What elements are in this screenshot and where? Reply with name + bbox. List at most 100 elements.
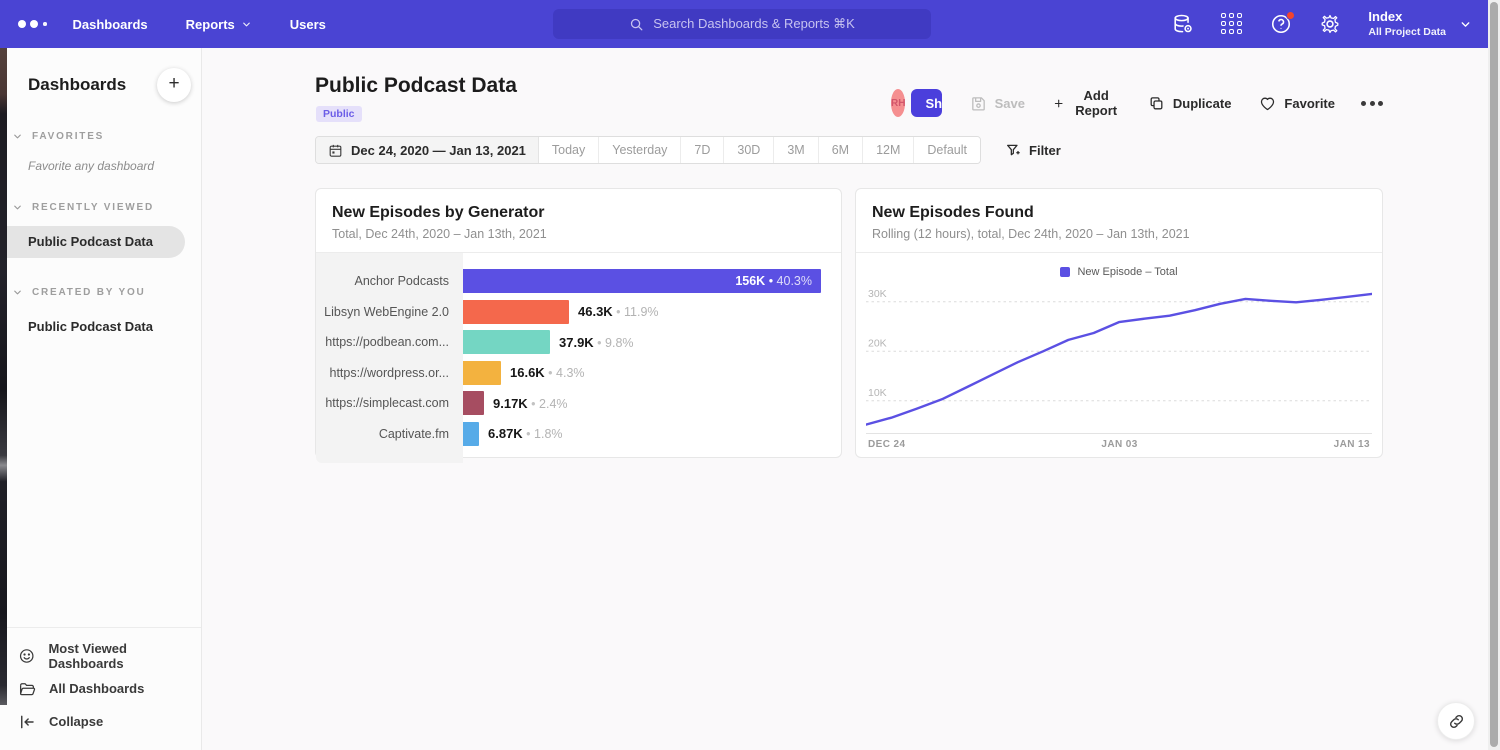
search-input[interactable]: Search Dashboards & Reports ⌘K (553, 9, 931, 39)
svg-text:30K: 30K (868, 288, 887, 300)
filter-button[interactable]: Filter (1005, 142, 1061, 158)
nav-item-users[interactable]: Users (290, 17, 326, 32)
chevron-down-icon (241, 19, 252, 30)
bar-row: 6.87K • 1.8% (463, 419, 841, 450)
date-range-picker[interactable]: Dec 24, 2020 — Jan 13, 2021 (316, 137, 539, 163)
duplicate-button[interactable]: Duplicate (1148, 95, 1232, 112)
sidebar-footer: Most Viewed Dashboards All Dashboards Coll… (0, 627, 201, 750)
footer-item-label: Collapse (49, 714, 103, 729)
preset-3m[interactable]: 3M (774, 137, 818, 163)
preset-7d[interactable]: 7D (681, 137, 724, 163)
logo-dot (43, 22, 47, 26)
preset-12m[interactable]: 12M (863, 137, 914, 163)
notification-dot (1286, 11, 1295, 20)
bar-value: 37.9K • 9.8% (559, 335, 634, 350)
bar-segment[interactable]: 156K • 40.3% (463, 269, 821, 293)
section-label: FAVORITES (32, 131, 104, 142)
bar-chart-card: New Episodes by Generator Total, Dec 24t… (315, 188, 842, 458)
nav-item-reports[interactable]: Reports (186, 17, 252, 32)
plus-icon (1053, 95, 1064, 112)
save-button[interactable]: Save (970, 95, 1025, 112)
apps-grid-icon[interactable] (1221, 13, 1243, 35)
floating-link-button[interactable] (1437, 702, 1475, 740)
share-button[interactable]: Share (911, 89, 941, 117)
filter-funnel-icon (1005, 142, 1021, 158)
bar-segment[interactable] (463, 422, 479, 446)
bar-chart-bars: 156K • 40.3% 46.3K • 11.9% 37.9K • 9.8% 16.… (463, 253, 841, 463)
help-icon[interactable] (1270, 13, 1292, 35)
preset-6m[interactable]: 6M (819, 137, 863, 163)
preset-30d[interactable]: 30D (724, 137, 774, 163)
search-placeholder: Search Dashboards & Reports ⌘K (653, 16, 855, 32)
sidebar-footer-collapse[interactable]: Collapse (0, 705, 201, 738)
avatar[interactable]: RH (891, 89, 905, 117)
scrollbar-thumb[interactable] (1490, 2, 1498, 747)
section-label: RECENTLY VIEWED (32, 202, 154, 213)
favorite-button[interactable]: Favorite (1259, 95, 1335, 112)
bar-row-label: https://wordpress.or... (316, 358, 463, 389)
bar-segment[interactable] (463, 300, 569, 324)
heart-icon (1259, 95, 1276, 112)
preset-today[interactable]: Today (539, 137, 599, 163)
project-name: Index (1368, 9, 1446, 25)
line-plot: 10K20K30K (866, 284, 1372, 434)
add-dashboard-button[interactable]: + (157, 68, 191, 102)
visibility-badge: Public (316, 106, 362, 122)
sidebar-footer-most-viewed-dashboards[interactable]: Most Viewed Dashboards (0, 639, 201, 672)
bar-segment[interactable] (463, 391, 484, 415)
sidebar: Dashboards + FAVORITESFavorite any dashb… (0, 48, 202, 750)
page-title: Public Podcast Data (315, 74, 517, 98)
date-bar: Dec 24, 2020 — Jan 13, 2021 TodayYesterd… (315, 136, 1061, 164)
bar-row-label: Captivate.fm (316, 419, 463, 450)
preset-default[interactable]: Default (914, 137, 980, 163)
line-chart-card: New Episodes Found Rolling (12 hours), t… (855, 188, 1383, 458)
bar-row: 16.6K • 4.3% (463, 358, 841, 389)
sidebar-section-header[interactable]: FAVORITES (0, 131, 201, 142)
page-scrollbar[interactable] (1488, 0, 1500, 750)
chevron-down-icon (12, 202, 23, 213)
duplicate-icon (1148, 95, 1165, 112)
chevron-down-icon[interactable] (1459, 18, 1472, 31)
legend-label: New Episode – Total (1077, 266, 1177, 278)
project-switcher[interactable]: Index All Project Data (1368, 9, 1446, 38)
bar-value: 6.87K • 1.8% (488, 426, 563, 441)
sidebar-item[interactable]: Public Podcast Data (0, 226, 185, 258)
bar-row: 46.3K • 11.9% (463, 297, 841, 328)
bar-segment[interactable] (463, 361, 501, 385)
bar-segment[interactable] (463, 330, 550, 354)
add-report-button[interactable]: Add Report (1053, 88, 1120, 118)
more-options-icon[interactable] (1361, 101, 1383, 106)
bar-value: 9.17K • 2.4% (493, 396, 568, 411)
data-sources-icon[interactable] (1172, 13, 1194, 35)
bar-row-label: Libsyn WebEngine 2.0 (316, 297, 463, 328)
bar-chart-labels: Anchor PodcastsLibsyn WebEngine 2.0 https… (316, 253, 463, 463)
app-logo[interactable] (18, 20, 47, 28)
nav-items: Dashboards Reports Users (73, 17, 326, 32)
line-chart-svg: 10K20K30K (866, 284, 1372, 434)
bar-row-label: Anchor Podcasts (316, 266, 463, 297)
sidebar-sections: FAVORITESFavorite any dashboardRECENTLY … (0, 131, 201, 343)
preset-yesterday[interactable]: Yesterday (599, 137, 681, 163)
actions-row: RH Share Save Add Report Duplicate Favor… (891, 89, 1383, 117)
nav-item-dashboards[interactable]: Dashboards (73, 17, 148, 32)
sidebar-section-header[interactable]: CREATED BY YOU (0, 287, 201, 298)
favorite-label: Favorite (1284, 96, 1335, 111)
search-icon (629, 17, 644, 32)
line-chart-subtitle: Rolling (12 hours), total, Dec 24th, 202… (872, 227, 1366, 241)
chevron-down-icon (12, 131, 23, 142)
line-chart-title: New Episodes Found (872, 204, 1366, 222)
chevron-down-icon (12, 287, 23, 298)
sidebar-section-header[interactable]: RECENTLY VIEWED (0, 202, 201, 213)
bar-chart-subtitle: Total, Dec 24th, 2020 – Jan 13th, 2021 (332, 227, 825, 241)
legend-swatch (1060, 267, 1070, 277)
footer-item-label: All Dashboards (49, 681, 144, 696)
bar-chart-title: New Episodes by Generator (332, 204, 825, 222)
chart-legend: New Episode – Total (866, 262, 1372, 282)
bar-value: 16.6K • 4.3% (510, 365, 585, 380)
sidebar-footer-all-dashboards[interactable]: All Dashboards (0, 672, 201, 705)
settings-gear-icon[interactable] (1319, 13, 1341, 35)
x-tick-label: JAN 03 (1101, 439, 1137, 450)
sidebar-item[interactable]: Public Podcast Data (0, 311, 185, 343)
logo-dot (18, 20, 26, 28)
sidebar-top: Dashboards + FAVORITESFavorite any dashb… (0, 48, 201, 627)
